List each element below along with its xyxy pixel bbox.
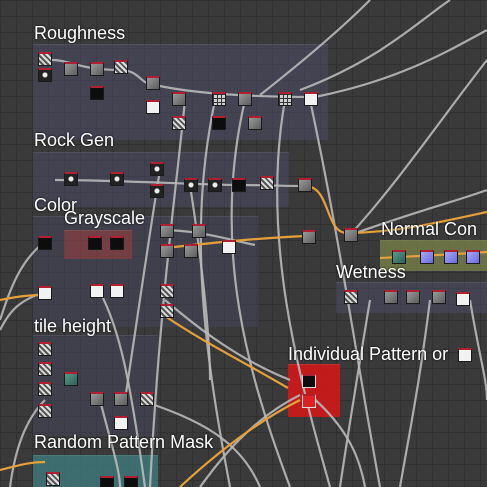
roughness-node-mask[interactable] (146, 100, 160, 114)
frame-title-tile-height: tile height (34, 316, 112, 336)
color-node-out[interactable] (344, 228, 358, 242)
roughness-node-mix[interactable] (238, 92, 252, 106)
color-node-gradient-c[interactable] (160, 244, 174, 258)
roughness-node-blend[interactable] (146, 76, 160, 90)
grayscale-node-b[interactable] (110, 236, 124, 250)
color-node-gradient-d[interactable] (184, 244, 198, 258)
roughness-node-output[interactable] (304, 92, 318, 106)
frame-title-roughness: Roughness (34, 23, 126, 43)
color-node-noise[interactable] (160, 284, 174, 298)
color-node-white[interactable] (38, 286, 52, 300)
normal-node-c[interactable] (444, 250, 458, 264)
roughness-node-dark[interactable] (212, 116, 226, 130)
rock-gen-node-flood[interactable] (184, 178, 198, 192)
rock-gen-node-output[interactable] (260, 176, 274, 190)
roughness-node-input-a[interactable] (38, 52, 52, 66)
normal-node-b[interactable] (420, 250, 434, 264)
frame-title-random-pattern-mask: Random Pattern Mask (34, 432, 214, 452)
wetness-node-c[interactable] (406, 290, 420, 304)
tile-height-node-f[interactable] (90, 392, 104, 406)
individual-pattern-node-b[interactable] (302, 394, 316, 408)
random-mask-node-a[interactable] (46, 472, 60, 486)
color-node-blend[interactable] (222, 240, 236, 254)
frame-title-grayscale: Grayscale (64, 208, 146, 228)
wetness-node-e[interactable] (456, 292, 470, 306)
roughness-node-warp[interactable] (90, 62, 104, 76)
tile-height-node-c[interactable] (38, 382, 52, 396)
roughness-node-level[interactable] (90, 86, 104, 100)
roughness-node-tile[interactable] (212, 92, 226, 106)
frame-title-normal-combine: Normal Con (381, 219, 478, 239)
tile-height-node-d[interactable] (38, 404, 52, 418)
individual-pattern-node-a[interactable] (302, 374, 316, 388)
rock-gen-node-result[interactable] (298, 178, 312, 192)
wetness-node-a[interactable] (344, 290, 358, 304)
rock-gen-node-splatter[interactable] (150, 162, 164, 176)
rock-gen-node-scatter[interactable] (150, 184, 164, 198)
color-node-white-b[interactable] (90, 284, 104, 298)
color-node-base[interactable] (38, 236, 52, 250)
random-mask-node-c[interactable] (124, 476, 138, 487)
roughness-node-grunge[interactable] (172, 116, 186, 130)
color-node-gradient-a[interactable] (160, 224, 174, 238)
rock-gen-node-level[interactable] (232, 178, 246, 192)
color-node-noise-b[interactable] (160, 304, 174, 318)
wetness-node-d[interactable] (432, 290, 446, 304)
tile-height-node-a[interactable] (38, 342, 52, 356)
tile-height-node-i[interactable] (114, 416, 128, 430)
frame-title-wetness: Wetness (336, 262, 406, 282)
tile-height-node-e[interactable] (64, 372, 78, 386)
frame-title-rock-gen: Rock Gen (34, 130, 115, 150)
tile-height-node-h[interactable] (140, 392, 154, 406)
roughness-node-blur[interactable] (64, 62, 78, 76)
wetness-node-b[interactable] (384, 290, 398, 304)
roughness-node-emboss[interactable] (248, 116, 262, 130)
grayscale-node-a[interactable] (88, 236, 102, 250)
roughness-node-tile-b[interactable] (278, 92, 292, 106)
tile-height-node-g[interactable] (114, 392, 128, 406)
roughness-node-input-b[interactable] (38, 68, 52, 82)
random-mask-node-b[interactable] (100, 476, 114, 487)
roughness-node-histogram[interactable] (172, 92, 186, 106)
node-graph-canvas[interactable]: Roughness Rock Gen Color Grayscale Norma… (0, 0, 487, 487)
roughness-node-noise[interactable] (114, 60, 128, 74)
rock-gen-node-shape[interactable] (110, 172, 124, 186)
tile-height-node-b[interactable] (38, 362, 52, 376)
frame-title-individual-pattern: Individual Pattern or (288, 344, 449, 364)
rock-gen-node-cell[interactable] (64, 172, 78, 186)
rock-gen-node-fill[interactable] (208, 178, 222, 192)
color-node-white-c[interactable] (110, 284, 124, 298)
individual-pattern-node-top[interactable] (458, 348, 472, 362)
color-node-mix[interactable] (302, 230, 316, 244)
color-node-gradient-b[interactable] (192, 224, 206, 238)
normal-node-d[interactable] (466, 250, 480, 264)
